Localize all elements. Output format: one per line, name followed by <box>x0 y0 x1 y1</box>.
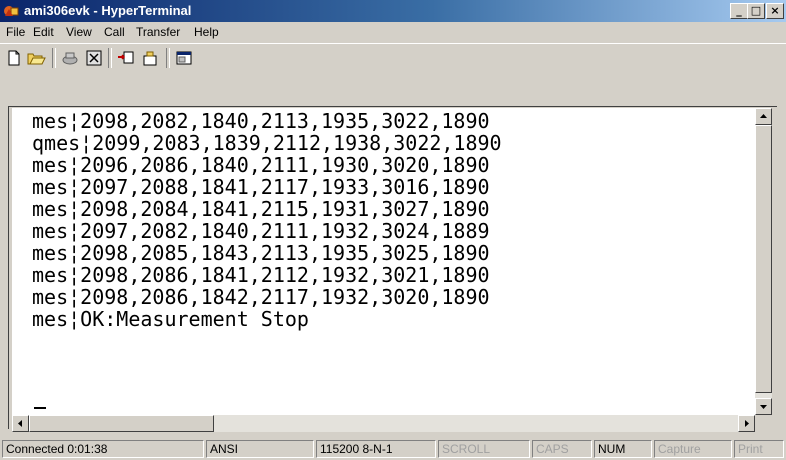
menu-file[interactable]: File <box>6 25 25 39</box>
status-emulation: ANSI <box>206 440 314 458</box>
status-connection: Connected 0:01:38 <box>2 440 204 458</box>
terminal-line: qmes¦2099,2083,1839,2112,1938,3022,1890 <box>32 131 502 155</box>
text-cursor <box>34 407 46 409</box>
arrow-right-icon <box>745 420 749 427</box>
arrow-left-icon <box>18 420 22 427</box>
menu-help[interactable]: Help <box>194 25 219 39</box>
status-bar: Connected 0:01:38 ANSI 115200 8-N-1 SCRO… <box>0 438 786 460</box>
send-icon[interactable] <box>116 48 136 68</box>
title-bar[interactable]: ami306evk - HyperTerminal _ □ × <box>0 0 786 22</box>
toolbar-separator <box>166 48 170 68</box>
status-scroll: SCROLL <box>438 440 530 458</box>
open-icon[interactable] <box>26 48 46 68</box>
toolbar-separator <box>52 48 56 68</box>
terminal-line: mes¦2096,2086,1840,2111,1930,3020,1890 <box>32 153 490 177</box>
terminal-line: mes¦2098,2086,1842,2117,1932,3020,1890 <box>32 285 490 309</box>
menu-bar: File Edit View Call Transfer Help <box>0 22 786 42</box>
horizontal-scroll-thumb[interactable] <box>29 415 214 432</box>
status-port-settings: 115200 8-N-1 <box>316 440 436 458</box>
terminal-line: mes¦2098,2084,1841,2115,1931,3027,1890 <box>32 197 490 221</box>
terminal-line: mes¦2098,2086,1841,2112,1932,3021,1890 <box>32 263 490 287</box>
receive-icon[interactable] <box>140 48 160 68</box>
close-button[interactable]: × <box>766 3 784 19</box>
scroll-down-button[interactable] <box>755 398 772 415</box>
minimize-button[interactable]: _ <box>730 3 748 19</box>
menu-edit[interactable]: Edit <box>33 25 54 39</box>
terminal-line: mes¦2097,2088,1841,2117,1933,3016,1890 <box>32 175 490 199</box>
menu-view[interactable]: View <box>66 25 92 39</box>
terminal-line: mes¦OK:Measurement Stop <box>32 307 309 331</box>
toolbar-separator <box>108 48 112 68</box>
toolbar <box>0 43 786 72</box>
terminal-output[interactable]: mes¦2098,2082,1840,2113,1935,3022,1890 q… <box>12 108 755 415</box>
scroll-right-button[interactable] <box>738 415 755 432</box>
scroll-up-button[interactable] <box>755 108 772 125</box>
status-capture: Capture <box>654 440 732 458</box>
vertical-scrollbar[interactable] <box>755 108 772 415</box>
arrow-up-icon <box>760 114 767 118</box>
maximize-button[interactable]: □ <box>747 3 765 19</box>
status-caps: CAPS <box>532 440 592 458</box>
arrow-down-icon <box>760 405 767 409</box>
hyperterminal-icon <box>4 6 19 16</box>
terminal-line: mes¦2097,2082,1840,2111,1932,3024,1889 <box>32 219 490 243</box>
menu-transfer[interactable]: Transfer <box>136 25 180 39</box>
status-print: Print <box>734 440 784 458</box>
menu-call[interactable]: Call <box>104 25 125 39</box>
window-title: ami306evk - HyperTerminal <box>24 3 192 18</box>
call-icon[interactable] <box>60 48 80 68</box>
horizontal-scrollbar[interactable] <box>12 415 755 432</box>
disconnect-icon[interactable] <box>84 48 104 68</box>
new-icon[interactable] <box>4 48 24 68</box>
status-num: NUM <box>594 440 652 458</box>
vertical-scroll-thumb[interactable] <box>755 125 772 393</box>
terminal-line: mes¦2098,2082,1840,2113,1935,3022,1890 <box>32 109 490 133</box>
terminal-line: mes¦2098,2085,1843,2113,1935,3025,1890 <box>32 241 490 265</box>
scroll-left-button[interactable] <box>12 415 29 432</box>
properties-icon[interactable] <box>174 48 194 68</box>
